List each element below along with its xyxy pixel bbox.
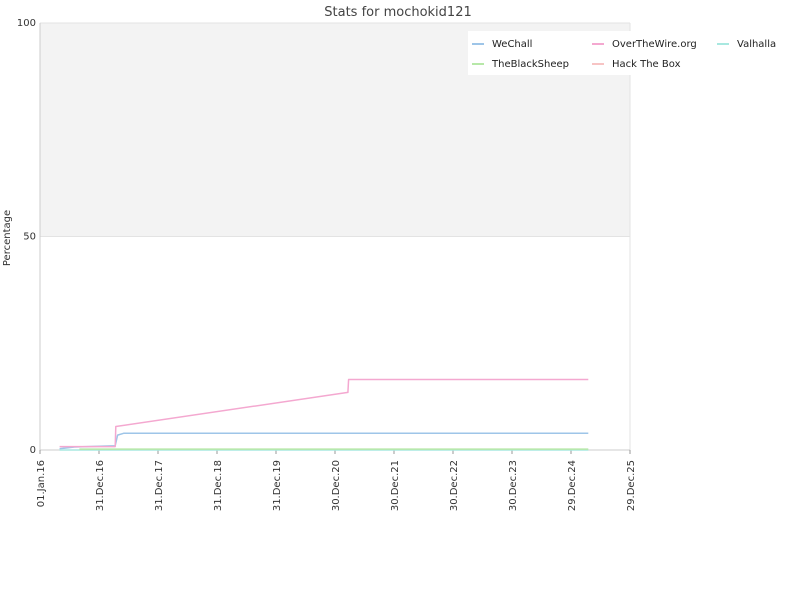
y-axis-label: Percentage xyxy=(2,210,13,266)
y-tick-label: 50 xyxy=(23,232,36,243)
series-line-1 xyxy=(59,378,589,448)
legend: WeChall OverTheWire.org Valhalla TheBlackSh… xyxy=(468,31,786,75)
y-tick-label: 100 xyxy=(17,18,36,29)
x-tick-label: 29.Dec.24 xyxy=(567,460,578,511)
y-tick-label: 0 xyxy=(30,445,36,456)
x-tick-label: 31.Dec.18 xyxy=(213,460,224,511)
chart-title: Stats for mochokid121 xyxy=(324,5,472,20)
x-tick-label: 31.Dec.19 xyxy=(272,460,283,511)
legend-label: TheBlackSheep xyxy=(491,59,569,70)
legend-label: Hack The Box xyxy=(612,59,681,70)
chart: Stats for mochokid121 0 50 100 01.Jan.16 31.… xyxy=(2,5,786,511)
x-tick-label: 30.Dec.20 xyxy=(331,460,342,511)
x-tick-label: 31.Dec.17 xyxy=(154,460,165,511)
x-tick-label: 30.Dec.22 xyxy=(449,460,460,511)
legend-label: Valhalla xyxy=(737,39,776,50)
legend-label: OverTheWire.org xyxy=(612,39,697,50)
legend-label: WeChall xyxy=(492,39,532,50)
series-line-0 xyxy=(59,432,589,450)
x-tick-label: 30.Dec.23 xyxy=(508,460,519,511)
x-tick-label: 29.Dec.25 xyxy=(626,460,637,511)
x-tick-label: 31.Dec.16 xyxy=(95,460,106,511)
x-tick-label: 01.Jan.16 xyxy=(36,460,47,507)
series-lines xyxy=(59,378,589,451)
x-tick-label: 30.Dec.21 xyxy=(390,460,401,511)
